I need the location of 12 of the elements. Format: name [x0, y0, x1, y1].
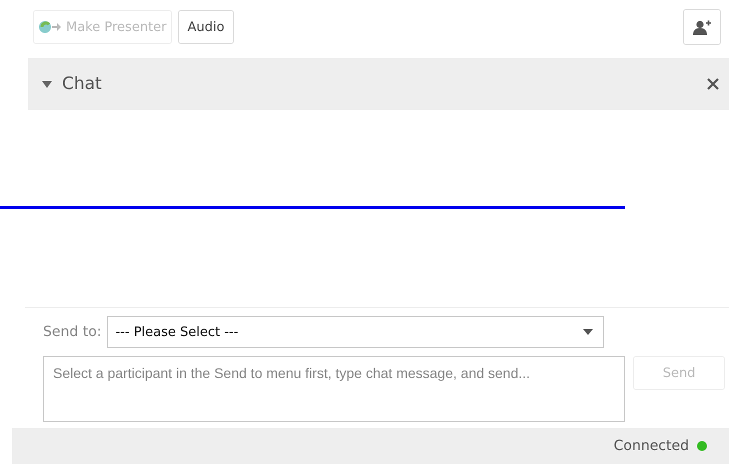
- chat-header[interactable]: Chat: [28, 58, 729, 110]
- message-field[interactable]: Select a participant in the Send to menu first, type chat message, and send...: [43, 356, 626, 422]
- recipient-dropdown[interactable]: --- Please Select ---: [107, 316, 604, 348]
- caret-icon: [583, 329, 594, 335]
- add-user-icon: [693, 20, 711, 34]
- status-text: Connected: [614, 438, 689, 454]
- chat-title: Chat: [62, 74, 102, 94]
- close-icon[interactable]: [707, 78, 719, 90]
- presenter-arrow-icon: [38, 20, 62, 34]
- send-to-label: Send to:: [43, 324, 102, 340]
- add-user-button[interactable]: [683, 9, 721, 45]
- audio-button[interactable]: Audio: [178, 10, 234, 44]
